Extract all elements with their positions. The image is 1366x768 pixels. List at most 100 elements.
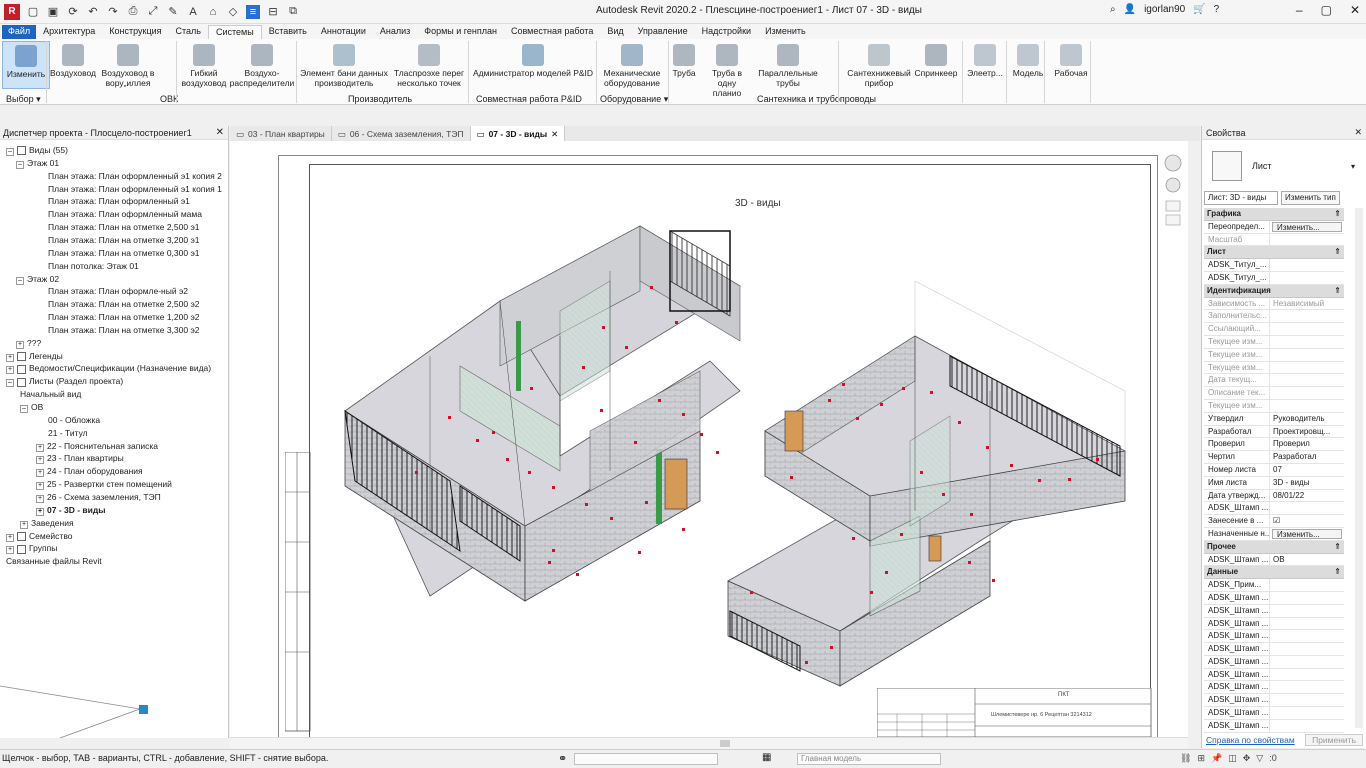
thin-lines-icon[interactable]: ≡ — [246, 4, 260, 19]
collapse-icon[interactable]: ⇑ — [1334, 285, 1341, 297]
close-icon[interactable]: ✕ — [1354, 127, 1362, 138]
view-tab[interactable]: ▭ 06 - Схема заземления, ТЭП — [332, 126, 471, 141]
close-icon[interactable]: ✕ — [216, 127, 224, 138]
ribbon-button[interactable]: Изменить — [2, 41, 50, 89]
collapse-icon[interactable]: ⇑ — [1334, 566, 1341, 578]
ribbon-group-label[interactable]: Производитель — [348, 94, 412, 104]
help-icon[interactable]: ? — [1214, 4, 1220, 15]
navbar-options-icon[interactable] — [1165, 214, 1181, 226]
ribbon-group-label[interactable]: Выбор ▾ — [6, 94, 41, 105]
cart-icon[interactable]: 🛒 — [1193, 4, 1205, 15]
tree-item[interactable]: План этажа: План оформленный э1 — [48, 196, 190, 206]
ribbon-button[interactable]: Воздуховод в вору„иллея — [97, 41, 159, 91]
search-icon[interactable]: ⌕ — [1110, 4, 1116, 15]
property-row[interactable]: Текущее изм... — [1204, 335, 1344, 349]
ribbon-button[interactable]: Рабочая — [1048, 41, 1094, 91]
tree-item[interactable]: +22 - Пояснительная записка — [36, 441, 158, 452]
drag-elements-icon[interactable]: ✥ — [1243, 753, 1251, 764]
ribbon-tab[interactable]: Анализ — [373, 25, 417, 39]
collapse-icon[interactable]: ⇑ — [1334, 541, 1341, 553]
instance-filter-select[interactable]: Лист: 3D - виды — [1204, 191, 1278, 205]
ribbon-button[interactable]: Элеетр... — [965, 41, 1005, 91]
ribbon-tab[interactable]: Аннотации — [314, 25, 373, 39]
property-row[interactable]: Заполнительс... — [1204, 310, 1344, 324]
tree-item[interactable]: +07 - 3D - виды — [36, 505, 106, 516]
3d-view-icon[interactable]: ⌂ — [206, 5, 220, 19]
zoom-extents-icon[interactable] — [1165, 200, 1181, 212]
maximize-icon[interactable]: ▢ — [1321, 3, 1332, 17]
property-row[interactable]: Проверил Проверил — [1204, 438, 1344, 452]
property-row[interactable]: Дата текущ... — [1204, 374, 1344, 388]
ribbon-button[interactable]: Администратор моделей P&ID — [470, 41, 596, 91]
tree-item[interactable]: План этажа: План на отметке 3,200 э1 — [48, 235, 200, 245]
zoom-icon[interactable] — [1165, 177, 1181, 193]
property-row[interactable]: ADSK_Штамп ... — [1204, 630, 1344, 644]
section-icon[interactable]: ◇ — [226, 5, 240, 19]
property-row[interactable]: Переопредел... Изменить... — [1204, 220, 1344, 234]
tree-item[interactable]: + Семейство — [6, 531, 72, 542]
tree-item[interactable]: +24 - План оборудования — [36, 466, 143, 478]
minimize-icon[interactable]: – — [1296, 3, 1303, 17]
close-icon[interactable]: ✕ — [1350, 3, 1360, 17]
property-row[interactable]: ADSK_Штамп ... — [1204, 643, 1344, 656]
tree-item[interactable]: + Легенды — [6, 351, 63, 362]
text-icon[interactable]: A — [186, 5, 200, 19]
tree-item[interactable]: + Заведения — [20, 518, 74, 529]
tree-item[interactable]: + Группы — [6, 543, 57, 555]
view-tab[interactable]: ▭ 07 - 3D - виды ✕ — [470, 126, 566, 141]
property-row[interactable]: ADSK_Штамп ... ОВ — [1204, 553, 1344, 567]
property-row[interactable]: Назначенные н... Изменить... — [1204, 527, 1344, 541]
collapse-icon[interactable]: – — [6, 379, 14, 388]
expand-icon[interactable]: + — [6, 353, 14, 362]
property-row[interactable]: Дата утвержд... 08/01/22 — [1204, 489, 1344, 503]
expand-icon[interactable]: + — [36, 494, 44, 503]
expand-icon[interactable]: + — [36, 443, 44, 452]
revit-logo-icon[interactable]: R — [4, 3, 20, 20]
ribbon-tab[interactable]: Сталь — [169, 25, 208, 39]
ribbon-tab[interactable]: Архитектура — [36, 25, 102, 39]
expand-icon[interactable]: + — [36, 469, 44, 478]
property-row[interactable]: ADSK_Штамп ... — [1204, 604, 1344, 618]
collapse-icon[interactable]: ⇑ — [1334, 246, 1341, 258]
ribbon-tab[interactable]: Изменить — [758, 25, 813, 39]
tree-item[interactable]: – Листы (Раздел проекта) — [6, 376, 123, 388]
properties-help-link[interactable]: Справка по свойствам — [1206, 735, 1295, 745]
ribbon-tab[interactable]: Файл — [2, 25, 37, 39]
expand-icon[interactable]: + — [36, 507, 44, 516]
property-row[interactable]: ADSK_Штамп ... — [1204, 617, 1344, 631]
ribbon-button[interactable]: Воздуховод — [49, 41, 97, 91]
tree-item[interactable]: План этажа: План оформленный мама — [48, 209, 202, 219]
expand-icon[interactable]: + — [20, 520, 28, 529]
view-horizontal-scrollbar[interactable] — [230, 737, 1188, 749]
tree-item[interactable]: План этажа: План на отметке 2,500 э1 — [48, 222, 200, 232]
tree-item[interactable]: План этажа: План на отметке 0,300 э1 — [48, 248, 200, 258]
type-selector[interactable]: Лист ▾ — [1204, 142, 1355, 190]
ribbon-tab[interactable]: Формы и генплан — [417, 25, 504, 39]
drawing-canvas[interactable]: 3D - виды ПКТ Шлемистевере нр. 6 Рецепта… — [230, 141, 1188, 739]
property-row[interactable]: ADSK_Штамп ... — [1204, 707, 1344, 720]
user-name[interactable]: igorlan90 — [1144, 4, 1185, 15]
tree-item[interactable]: Связанные файлы Revit — [6, 556, 102, 566]
tree-item[interactable]: 00 - Обложка — [48, 415, 100, 425]
property-row[interactable]: ADSK_Титул_... — [1204, 271, 1344, 285]
edit-property-button[interactable]: Изменить... — [1272, 528, 1342, 539]
collapse-icon[interactable]: – — [16, 160, 24, 169]
expand-icon[interactable]: + — [6, 546, 14, 555]
ribbon-tab[interactable]: Управление — [631, 25, 695, 39]
ribbon-button[interactable]: Воздухо-распределители — [229, 41, 295, 91]
close-hidden-icon[interactable]: ⊟ — [266, 5, 280, 19]
property-section-header[interactable]: Идентификация ⇑ — [1204, 284, 1344, 298]
tree-item[interactable]: + Ведомости/Спецификации (Назначение вида… — [6, 363, 211, 375]
design-options-icon[interactable]: ▦ — [762, 752, 771, 763]
collapse-icon[interactable]: – — [20, 405, 28, 413]
property-row[interactable]: Номер листа 07 — [1204, 463, 1344, 477]
ribbon-tab[interactable]: Надстройки — [695, 25, 758, 39]
tree-item[interactable]: План этажа: План оформленный э1 копия 1 — [48, 184, 222, 194]
property-section-header[interactable]: Прочее ⇑ — [1204, 540, 1344, 554]
switch-windows-icon[interactable]: ⧉ — [286, 5, 300, 19]
ribbon-button[interactable]: Гибкий воздуховод — [180, 41, 228, 91]
tree-item[interactable]: План потолка: Этаж 01 — [48, 261, 139, 271]
scroll-thumb[interactable] — [720, 740, 730, 747]
tree-item[interactable]: – Этаж 01 — [16, 158, 59, 169]
tree-item[interactable]: План этажа: План оформленный э1 копия 2 — [48, 171, 222, 181]
